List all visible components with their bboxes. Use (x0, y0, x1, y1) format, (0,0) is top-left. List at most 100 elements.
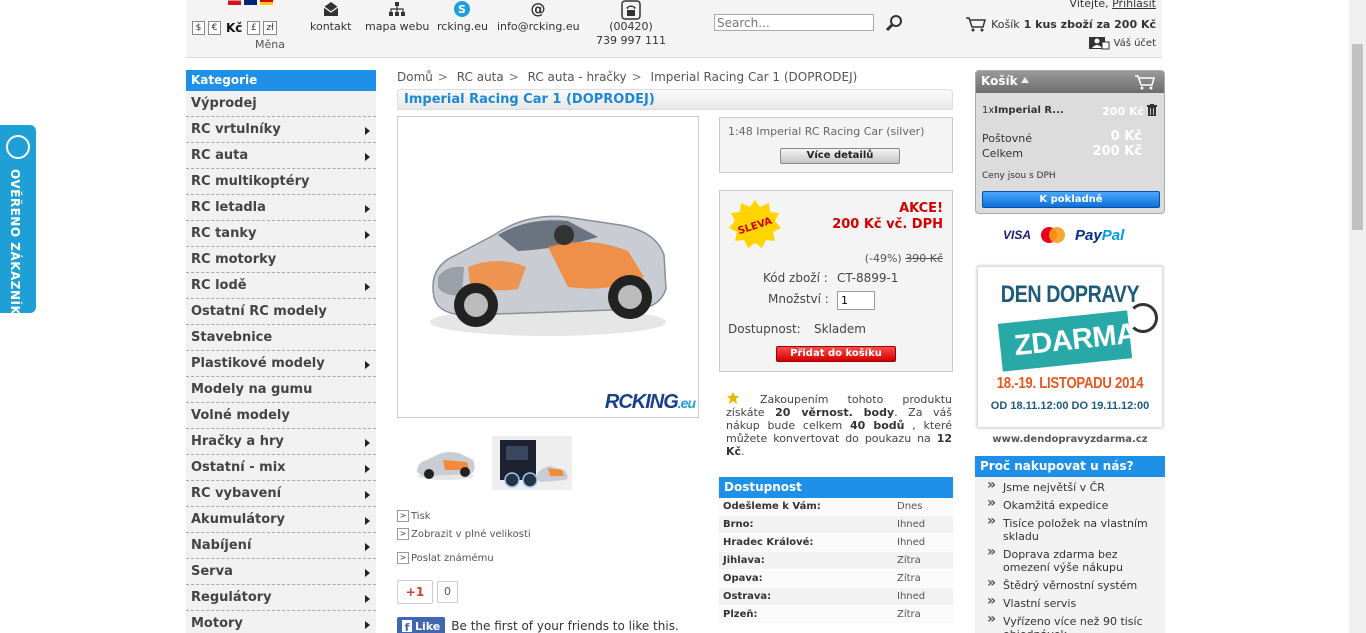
availability-when: Dnes (897, 501, 923, 512)
category-item[interactable]: Akumulátory (186, 507, 376, 533)
welcome-line: Vítejte, Přihlásit (1069, 0, 1156, 10)
category-label: Regulátory (191, 590, 272, 605)
email-link[interactable]: @ info@rcking.eu (497, 0, 580, 33)
availability-place: Hradec Králové: (723, 537, 814, 548)
breadcrumb-rc-auta[interactable]: RC auta (457, 70, 504, 84)
contact-link[interactable]: kontakt (310, 0, 351, 33)
currency-czk-active[interactable]: Kč (224, 21, 244, 35)
why-shop-list: Jsme největší v ČR Okamžitá expedice Tisíc… (975, 477, 1165, 633)
thumbnail-1[interactable] (413, 436, 479, 490)
availability-place: Opava: (723, 573, 763, 584)
free-shipping-day-banner[interactable]: DEN DOPRAVY ZDARMA 18.-19. LISTOPADU 201… (977, 266, 1163, 428)
cart-values: 0 Kč 200 Kč (1093, 129, 1142, 159)
category-item[interactable]: RC auta (186, 143, 376, 169)
availability-place: Jihlava: (723, 555, 765, 566)
why-shop-heading: Proč nakupovat u nás? (975, 456, 1165, 477)
loyalty-points: 20 věrnost. body (775, 406, 895, 419)
facebook-like-button[interactable]: f Like (397, 617, 446, 633)
code-value: CT-8899-1 (837, 271, 899, 285)
verified-by-customers-tab[interactable]: OVĚŘENO ZÁKAZNÍKY (0, 125, 36, 325)
category-item[interactable]: Serva (186, 559, 376, 585)
cart-item[interactable]: 1xImperial R... (982, 105, 1064, 116)
flag-de-icon[interactable] (260, 0, 273, 5)
visa-logo: VISA (1003, 228, 1032, 242)
category-label: Ostatní - mix (191, 460, 286, 475)
breadcrumb-home[interactable]: Domů (397, 70, 433, 84)
svg-text:S: S (459, 3, 467, 16)
current-price: 200 Kč vč. DPH (832, 217, 943, 232)
total-value: 200 Kč (1092, 144, 1142, 159)
category-item[interactable]: Regulátory (186, 585, 376, 611)
submenu-arrow-icon (365, 569, 370, 577)
category-item[interactable]: RC motorky (186, 247, 376, 273)
submenu-arrow-icon (365, 205, 370, 213)
account-link[interactable]: Váš účet (1088, 35, 1157, 51)
add-to-cart-button[interactable]: Přidat do košíku (776, 346, 896, 362)
full-size-action[interactable]: > Zobrazit v plné velikosti (397, 528, 531, 540)
availability-row: Hradec Králové: Ihned (719, 534, 953, 552)
thumbnail-2[interactable] (492, 436, 572, 490)
category-item[interactable]: Ostatní RC modely (186, 299, 376, 325)
phone-number: 739 997 111 (596, 34, 666, 47)
checkout-button[interactable]: K pokladně (982, 191, 1160, 208)
breadcrumb-rc-auta-hracky[interactable]: RC auta - hračky (528, 70, 627, 84)
currency-eur-button[interactable]: € (208, 21, 221, 35)
print-action[interactable]: > Tisk (397, 510, 431, 522)
flag-cz-icon[interactable] (228, 0, 241, 5)
currency-gbp-button[interactable]: £ (247, 21, 261, 35)
product-subtitle: 1:48 Imperial RC Racing Car (silver) (728, 125, 925, 138)
availability-row: Opava: Zítra (719, 570, 953, 588)
trash-icon[interactable] (1147, 104, 1157, 116)
send-to-friend-label: Poslat známému (411, 552, 494, 564)
more-details-button[interactable]: Více detailů (780, 148, 900, 164)
category-item[interactable]: Nabíjení (186, 533, 376, 559)
page-scrollbar[interactable] (1349, 0, 1366, 633)
phone-contact[interactable]: (00420) 739 997 111 (596, 0, 666, 48)
account-label: Váš účet (1113, 37, 1157, 49)
cart-box-heading[interactable]: Košík (976, 71, 1164, 93)
category-label: Akumulátory (191, 512, 286, 527)
sitemap-link[interactable]: mapa webu (365, 0, 429, 33)
search-icon[interactable] (884, 14, 904, 32)
scrollbar-thumb[interactable] (1352, 44, 1363, 230)
category-item[interactable]: RC letadla (186, 195, 376, 221)
category-item[interactable]: Ostatní - mix (186, 455, 376, 481)
product-title: Imperial Racing Car 1 (DOPRODEJ) (397, 89, 953, 110)
total-label: Celkem (982, 147, 1023, 160)
breadcrumb: Domů > RC auta > RC auta - hračky > Imperia… (397, 70, 858, 84)
heureka-seal-icon (6, 135, 30, 159)
category-item[interactable]: Hračky a hry (186, 429, 376, 455)
availability-when: Ihned (897, 591, 926, 602)
category-item[interactable]: Plastikové modely (186, 351, 376, 377)
currency-usd-button[interactable]: $ (192, 21, 205, 35)
category-item[interactable]: RC tanky (186, 221, 376, 247)
submenu-arrow-icon (365, 153, 370, 161)
product-photo[interactable]: RCKING.eu (397, 116, 699, 418)
google-plus-button[interactable]: +1 (397, 580, 433, 604)
category-label: Hračky a hry (191, 434, 284, 449)
category-item[interactable]: Modely na gumu (186, 377, 376, 403)
quantity-input[interactable] (837, 291, 875, 310)
send-to-friend-action[interactable]: > Poslat známému (397, 552, 494, 564)
skype-icon: S (454, 1, 471, 17)
category-item[interactable]: Volné modely (186, 403, 376, 429)
search-input[interactable] (714, 14, 874, 31)
category-item[interactable]: Motory (186, 611, 376, 633)
currency-pln-button[interactable]: zł (263, 21, 277, 35)
banner-url[interactable]: www.dendopravyzdarma.cz (975, 434, 1165, 445)
login-link[interactable]: Přihlásit (1112, 0, 1156, 10)
category-item[interactable]: RC multikoptéry (186, 169, 376, 195)
flag-uk-icon[interactable] (244, 0, 257, 5)
category-item[interactable]: RC vrtulníky (186, 117, 376, 143)
availability-when: Zítra (897, 609, 921, 620)
facebook-like-widget: f Like Be the first of your friends to l… (397, 617, 679, 633)
skype-link[interactable]: S rcking.eu (437, 0, 488, 33)
header-cart[interactable]: Košík 1 kus zboží za 200 Kč (965, 16, 1156, 32)
svg-text:@: @ (531, 0, 546, 18)
category-item[interactable]: RC lodě (186, 273, 376, 299)
loyalty-total-points: 40 bodů (849, 419, 905, 432)
category-item[interactable]: Stavebnice (186, 325, 376, 351)
category-item[interactable]: Výprodej (186, 91, 376, 117)
category-item[interactable]: RC vybavení (186, 481, 376, 507)
availability-label: Dostupnost: (728, 322, 801, 336)
